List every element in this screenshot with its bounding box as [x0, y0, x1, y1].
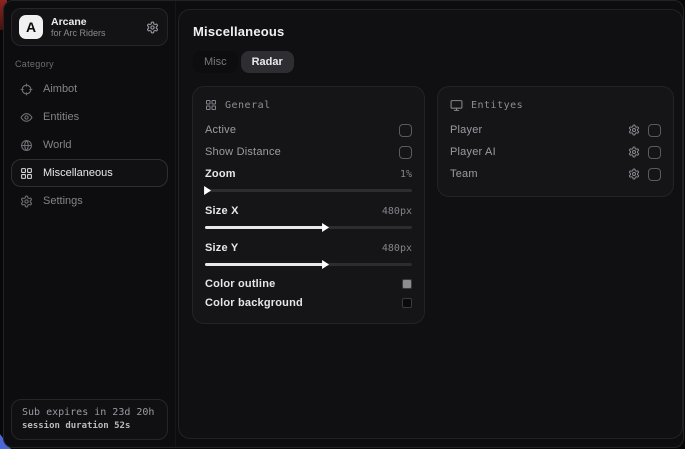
- zoom-label: Zoom: [205, 168, 236, 180]
- crosshair-icon: [20, 83, 33, 96]
- desktop: A Arcane for Arc Riders Category Aimbot: [0, 0, 685, 449]
- sidebar-item-world[interactable]: World: [11, 131, 168, 159]
- player-ai-label: Player AI: [450, 146, 496, 158]
- session-duration-text: session duration 52s: [22, 421, 157, 431]
- show-distance-row: Show Distance: [205, 141, 412, 163]
- tab-radar[interactable]: Radar: [241, 51, 294, 73]
- color-outline-row: Color outline: [205, 274, 412, 293]
- app-title: Arcane: [51, 16, 138, 28]
- entities-card-header: Entityes: [450, 96, 661, 114]
- tab-misc[interactable]: Misc: [193, 51, 238, 73]
- gear-icon: [20, 195, 33, 208]
- category-label: Category: [15, 59, 168, 69]
- size-y-value: 480px: [382, 243, 412, 254]
- team-label: Team: [450, 168, 478, 180]
- size-y-label: Size Y: [205, 242, 238, 254]
- sidebar-item-label: Miscellaneous: [43, 167, 113, 179]
- general-card-header: General: [205, 96, 412, 114]
- sub-expires-text: Sub expires in 23d 20h: [22, 407, 157, 418]
- main-panel: Miscellaneous Misc Radar General Active: [178, 9, 683, 439]
- eye-icon: [20, 111, 33, 124]
- color-background-label: Color background: [205, 297, 303, 309]
- sidebar-item-label: Aimbot: [43, 83, 77, 95]
- tab-bar: Misc Radar: [193, 51, 674, 73]
- sidebar-item-entities[interactable]: Entities: [11, 103, 168, 131]
- size-y-slider[interactable]: [205, 263, 412, 266]
- zoom-row: Zoom 1%: [205, 163, 412, 185]
- color-background-row: Color background: [205, 293, 412, 312]
- sidebar: A Arcane for Arc Riders Category Aimbot: [4, 1, 176, 447]
- player-ai-controls: [628, 146, 661, 159]
- app-logo: A: [19, 15, 43, 39]
- gear-icon[interactable]: [628, 146, 640, 158]
- active-checkbox[interactable]: [399, 124, 412, 137]
- page-title: Miscellaneous: [193, 24, 674, 39]
- size-y-row: Size Y 480px: [205, 237, 412, 259]
- brand-text: Arcane for Arc Riders: [51, 16, 138, 38]
- sidebar-nav: Aimbot Entities World: [11, 75, 168, 215]
- active-row: Active: [205, 119, 412, 141]
- app-subtitle: for Arc Riders: [51, 28, 138, 38]
- zoom-slider[interactable]: [205, 189, 412, 192]
- subscription-card: Sub expires in 23d 20h session duration …: [11, 399, 168, 440]
- team-checkbox[interactable]: [648, 168, 661, 181]
- entities-card: Entityes Player Player AI: [437, 86, 674, 197]
- entities-card-title: Entityes: [471, 100, 523, 111]
- gear-icon[interactable]: [628, 124, 640, 136]
- size-x-value: 480px: [382, 206, 412, 217]
- size-x-label: Size X: [205, 205, 239, 217]
- size-x-slider-thumb[interactable]: [322, 223, 329, 232]
- sidebar-item-settings[interactable]: Settings: [11, 187, 168, 215]
- sidebar-item-label: Entities: [43, 111, 79, 123]
- show-distance-checkbox[interactable]: [399, 146, 412, 159]
- grid-icon: [20, 167, 33, 180]
- sidebar-item-miscellaneous[interactable]: Miscellaneous: [11, 159, 168, 187]
- cards-row: General Active Show Distance Zoom 1%: [192, 86, 674, 324]
- monitor-icon: [450, 99, 463, 112]
- general-card: General Active Show Distance Zoom 1%: [192, 86, 425, 324]
- color-outline-swatch[interactable]: [402, 279, 412, 289]
- size-y-slider-fill: [205, 263, 325, 266]
- general-card-title: General: [225, 100, 271, 111]
- brand-card: A Arcane for Arc Riders: [11, 8, 168, 46]
- size-x-row: Size X 480px: [205, 200, 412, 222]
- size-x-slider[interactable]: [205, 226, 412, 229]
- color-outline-label: Color outline: [205, 278, 275, 290]
- player-controls: [628, 124, 661, 137]
- globe-icon: [20, 139, 33, 152]
- zoom-slider-thumb[interactable]: [204, 186, 211, 195]
- color-background-swatch[interactable]: [402, 298, 412, 308]
- sidebar-item-label: Settings: [43, 195, 83, 207]
- team-row: Team: [450, 163, 661, 185]
- player-label: Player: [450, 124, 482, 136]
- gear-icon[interactable]: [628, 168, 640, 180]
- player-checkbox[interactable]: [648, 124, 661, 137]
- size-x-slider-fill: [205, 226, 325, 229]
- player-ai-checkbox[interactable]: [648, 146, 661, 159]
- player-ai-row: Player AI: [450, 141, 661, 163]
- team-controls: [628, 168, 661, 181]
- app-window: A Arcane for Arc Riders Category Aimbot: [3, 0, 684, 448]
- grid-icon: [205, 99, 217, 111]
- sidebar-item-aimbot[interactable]: Aimbot: [11, 75, 168, 103]
- gear-icon[interactable]: [146, 21, 159, 34]
- player-row: Player: [450, 119, 661, 141]
- size-y-slider-thumb[interactable]: [322, 260, 329, 269]
- zoom-value: 1%: [400, 169, 412, 180]
- active-label: Active: [205, 124, 236, 136]
- show-distance-label: Show Distance: [205, 146, 281, 158]
- sidebar-item-label: World: [43, 139, 72, 151]
